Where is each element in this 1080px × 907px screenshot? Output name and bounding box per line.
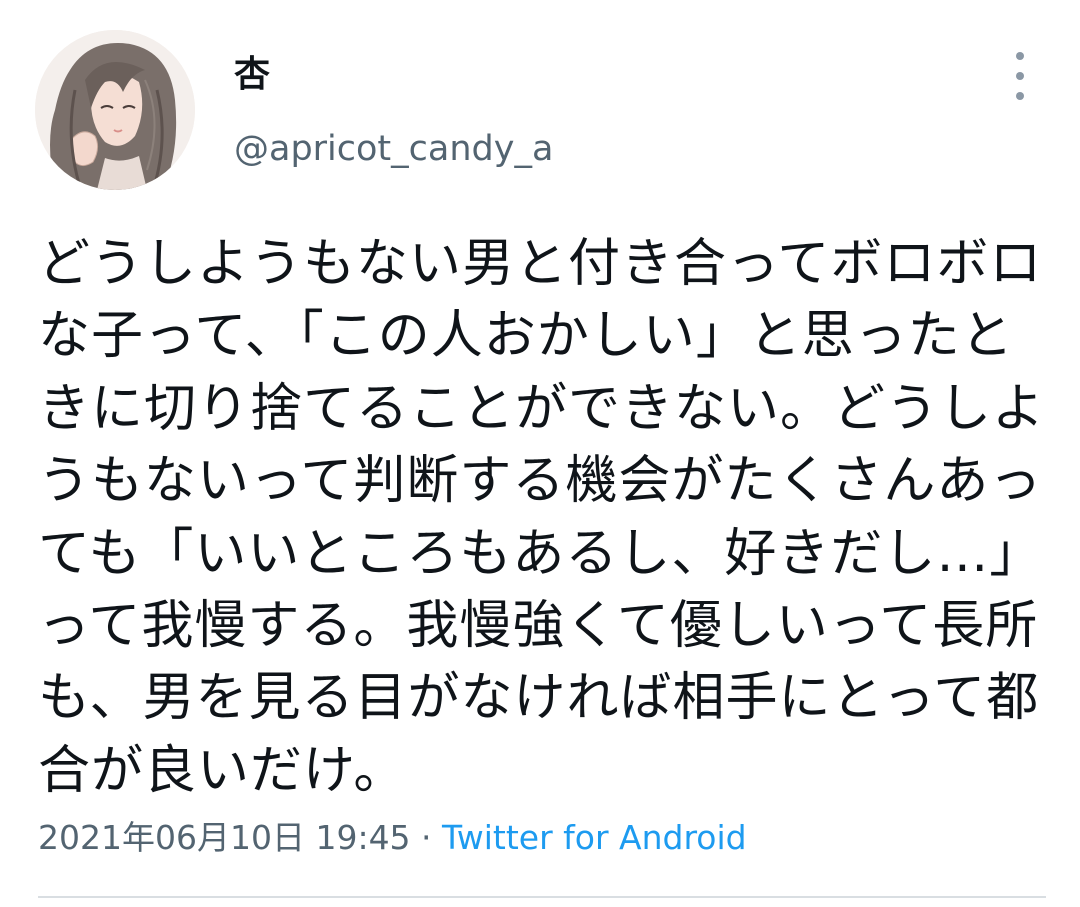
- more-vertical-icon-dot: [1016, 72, 1024, 80]
- author-display-name[interactable]: 杏: [234, 52, 270, 98]
- tweet-detail: 杏 @apricot_candy_a どうしようもない男と付き合ってボロボロな子…: [0, 0, 1080, 907]
- more-vertical-icon: [1016, 52, 1024, 60]
- tweet-timestamp[interactable]: 2021年06月10日 19:45: [38, 818, 411, 857]
- divider: [38, 896, 1046, 898]
- avatar[interactable]: [35, 30, 195, 190]
- tweet-source-link[interactable]: Twitter for Android: [442, 818, 747, 857]
- tweet-text: どうしようもない男と付き合ってボロボロな子って、「この人おかしい」と思ったときに…: [38, 234, 1046, 801]
- author-handle[interactable]: @apricot_candy_a: [234, 127, 553, 171]
- meta-separator: ·: [410, 818, 443, 857]
- more-options-button[interactable]: [1000, 52, 1040, 100]
- avatar-illustration: [35, 30, 195, 190]
- more-vertical-icon-dot: [1016, 92, 1024, 100]
- tweet-meta: 2021年06月10日 19:45 · Twitter for Android: [38, 816, 747, 860]
